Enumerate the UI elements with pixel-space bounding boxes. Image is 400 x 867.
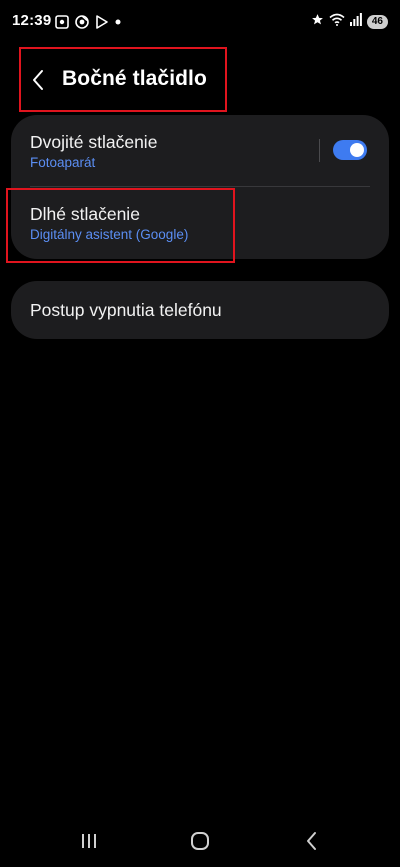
double-press-subtitle: Fotoaparát xyxy=(30,155,96,170)
signal-icon xyxy=(349,13,362,31)
status-system-icons: 46 xyxy=(311,12,388,32)
chrome-icon xyxy=(75,15,89,29)
navigation-bar xyxy=(0,815,400,867)
status-time: 12:39 xyxy=(12,12,52,29)
screenshot-icon xyxy=(55,15,69,29)
wifi-icon xyxy=(329,13,345,31)
double-press-toggle[interactable] xyxy=(333,140,367,160)
highlight-box-long-press xyxy=(6,188,235,263)
row-divider-vertical xyxy=(319,139,320,162)
home-icon xyxy=(191,832,209,850)
power-off-title: Postup vypnutia telefónu xyxy=(30,300,222,320)
home-button[interactable] xyxy=(185,827,215,855)
nav-back-button[interactable] xyxy=(297,827,327,855)
star-icon xyxy=(311,13,324,31)
notification-dot-icon xyxy=(115,19,121,25)
highlight-box-header xyxy=(19,47,227,112)
back-icon xyxy=(307,832,316,850)
status-notification-icons xyxy=(55,14,121,30)
toggle-knob xyxy=(350,143,364,157)
recents-button[interactable] xyxy=(74,827,104,855)
power-off-card[interactable]: Postup vypnutia telefónu xyxy=(11,281,389,339)
double-press-row[interactable]: Dvojité stlačenie Fotoaparát xyxy=(11,115,389,187)
double-press-title: Dvojité stlačenie xyxy=(30,132,158,152)
recents-icon xyxy=(82,834,96,848)
status-bar: 12:39 46 xyxy=(0,0,400,44)
battery-indicator: 46 xyxy=(366,15,388,29)
play-store-icon xyxy=(95,15,109,29)
